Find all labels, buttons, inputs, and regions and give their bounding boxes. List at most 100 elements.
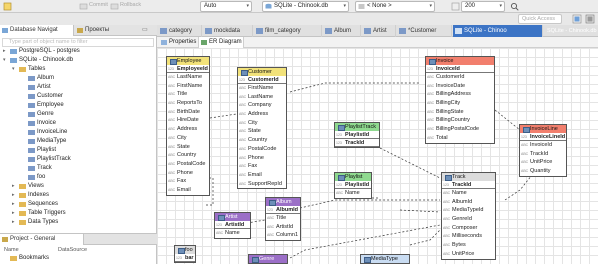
er-diagram-icon xyxy=(201,40,207,45)
tree-item-label: Invoice xyxy=(37,120,57,126)
datasource-select[interactable]: SQLite - Chinook.db ▾ xyxy=(262,1,349,12)
schema-value: < None > xyxy=(367,3,392,9)
entity-attribute: BillingCountry xyxy=(426,116,494,125)
entity-attribute: Email xyxy=(238,171,286,180)
entity-key: PlaylistId xyxy=(335,131,379,139)
entity-attribute: TrackId xyxy=(520,150,566,159)
database-icon xyxy=(10,58,17,63)
tab-artist[interactable]: Artist xyxy=(362,25,396,37)
entity-attribute: BillingAddress xyxy=(426,90,494,99)
collapse-icon[interactable]: ▸ xyxy=(12,218,18,227)
tab-database-navigator[interactable]: Database Navigat xyxy=(0,25,74,36)
table-icon xyxy=(28,76,35,81)
tab-sqlite-chinoo[interactable]: SQLite - Chinoo xyxy=(453,25,543,37)
entity-attribute: Address xyxy=(167,125,209,134)
entity-key: CustomerId xyxy=(238,76,286,84)
database-perspective-icon[interactable] xyxy=(585,14,595,24)
collapse-icon[interactable]: ▸ xyxy=(12,191,18,200)
entity-key: TrackId xyxy=(442,181,495,189)
table-icon xyxy=(28,175,35,180)
entity-foo[interactable]: foobar xyxy=(174,245,196,263)
tab-mockdata[interactable]: mockdata xyxy=(203,25,253,37)
minimize-icon[interactable]: ▭ xyxy=(142,26,148,33)
sql-editor-icon[interactable] xyxy=(3,2,12,11)
search-icon[interactable] xyxy=(510,2,519,11)
entity-attribute: PostalCode xyxy=(167,160,209,169)
entity-header: Artist xyxy=(215,213,250,221)
entity-attribute: State xyxy=(167,143,209,152)
folder-icon xyxy=(19,211,26,216)
tab-projects[interactable]: Проекты xyxy=(75,25,125,36)
tab-label: *Customer xyxy=(408,28,437,34)
entity-attribute: MediaTypeId xyxy=(442,206,495,215)
tab-customer[interactable]: *Customer xyxy=(397,25,452,37)
quick-access-input[interactable]: Quick Access xyxy=(518,14,562,24)
tab-album[interactable]: Album xyxy=(323,25,361,37)
entity-attribute: LastName xyxy=(238,93,286,102)
entity-track[interactable]: TrackTrackIdNameAlbumIdMediaTypeIdGenreI… xyxy=(441,172,496,260)
folder-icon xyxy=(19,184,26,189)
commit-button[interactable]: Commit xyxy=(89,2,108,8)
expand-icon[interactable]: ▾ xyxy=(3,56,9,65)
entity-key: bar xyxy=(175,254,195,262)
expand-icon[interactable]: ▾ xyxy=(12,65,18,74)
tab-project-general[interactable]: Project - General xyxy=(0,234,84,245)
entity-header: Album xyxy=(266,198,300,206)
perspective-icon[interactable] xyxy=(572,14,582,24)
collapse-icon[interactable]: ▸ xyxy=(12,182,18,191)
collapse-icon[interactable]: ▸ xyxy=(12,200,18,209)
navigator-filter-input[interactable]: Type part of object name to filter xyxy=(2,38,154,47)
collapse-icon[interactable]: ▸ xyxy=(12,209,18,218)
tab-er-diagram[interactable]: ER Diagram xyxy=(198,37,244,48)
editor-tabbar: category mockdata film_category Album Artist… xyxy=(157,25,598,37)
entity-attribute: CustomerId xyxy=(426,73,494,82)
entity-attribute: BillingCity xyxy=(426,99,494,108)
entity-customer[interactable]: CustomerCustomerIdFirstNameLastNameCompa… xyxy=(237,67,287,190)
result-limit-input[interactable]: 200 ▾ xyxy=(461,1,505,12)
chevron-down-icon: ▾ xyxy=(499,3,502,9)
entity-attribute: FirstName xyxy=(238,84,286,93)
entity-playlisttrack[interactable]: PlaylistTrackPlaylistIdTrackId xyxy=(334,122,380,148)
tree-item-label: Sequences xyxy=(28,201,59,207)
entity-key: ArtistId xyxy=(215,221,250,229)
entity-mediatype[interactable]: MediaType xyxy=(360,254,410,264)
transaction-mode-select[interactable]: Auto ▾ xyxy=(200,1,252,12)
active-tab-path: SQLite - Chinook.db xyxy=(547,28,597,34)
tab-properties[interactable]: Properties xyxy=(159,37,197,48)
entity-attribute: Bytes xyxy=(442,241,495,250)
tab-category[interactable]: category xyxy=(158,25,202,37)
collapse-icon[interactable]: ▸ xyxy=(3,47,9,56)
entity-attribute: InvoiceId xyxy=(520,141,566,150)
entity-playlist[interactable]: PlaylistPlaylistIdName xyxy=(334,172,372,199)
table-icon xyxy=(28,121,35,126)
entity-header: Track xyxy=(442,173,495,181)
tab-label: SQLite - Chinoo xyxy=(464,28,507,34)
rollback-icon[interactable] xyxy=(110,2,119,11)
tab-label: film_category xyxy=(265,28,301,34)
entity-invoiceline[interactable]: InvoiceLineInvoiceLineIdInvoiceIdTrackId… xyxy=(519,124,567,177)
entity-header: foo xyxy=(175,246,195,254)
entity-header: InvoiceLine xyxy=(520,125,566,133)
entity-invoice[interactable]: InvoiceInvoiceIdCustomerIdInvoiceDateBil… xyxy=(425,56,495,144)
entity-attribute: Country xyxy=(238,136,286,145)
commit-icon[interactable] xyxy=(79,2,88,11)
entity-album[interactable]: AlbumAlbumIdTitleArtistIdColumn1 xyxy=(265,197,301,242)
entity-attribute: BillingPostalCode xyxy=(426,125,494,134)
tab-film-category[interactable]: film_category xyxy=(254,25,322,37)
tree-item-label: Indexes xyxy=(28,192,50,198)
entity-attribute: Phone xyxy=(238,154,286,163)
entity-genre[interactable]: Genre xyxy=(248,254,288,264)
tree-item-label: SQLite - Chinook.db xyxy=(19,57,74,63)
entity-header: Employee xyxy=(167,57,209,65)
entity-artist[interactable]: ArtistArtistIdName xyxy=(214,212,251,239)
entity-attribute: UnitPrice xyxy=(442,250,495,259)
entity-header: Invoice xyxy=(426,57,494,65)
entity-attribute: Name xyxy=(442,189,495,198)
schema-select[interactable]: < None > ▾ xyxy=(355,1,435,12)
rollback-button[interactable]: Rollback xyxy=(120,2,141,8)
folder-icon xyxy=(19,220,26,225)
entity-key: InvoiceLineId xyxy=(520,133,566,141)
tree-item-label: foo xyxy=(37,174,46,180)
entity-employee[interactable]: EmployeeEmployeeIdLastNameFirstNameTitle… xyxy=(166,56,210,196)
entity-key: EmployeeId xyxy=(167,65,209,73)
